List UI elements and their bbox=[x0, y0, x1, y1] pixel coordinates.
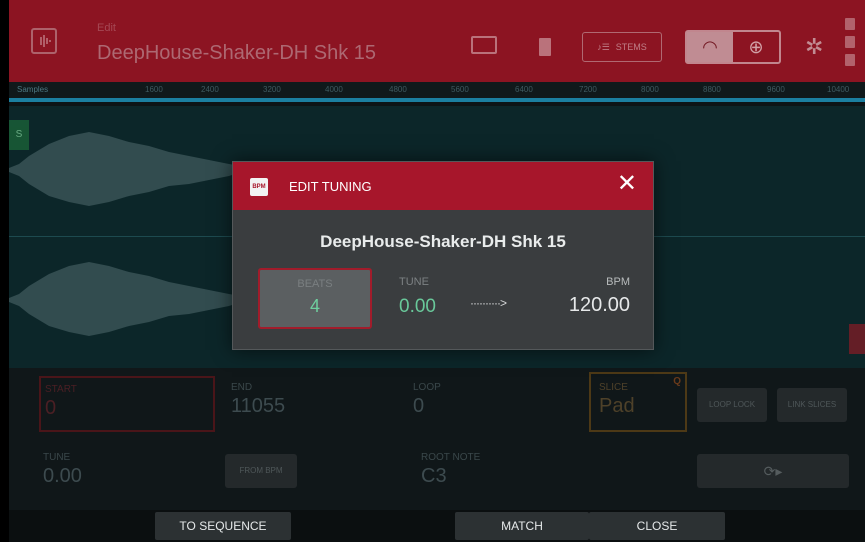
ruler-tick: 1600 bbox=[145, 85, 163, 94]
ruler-tick: 3200 bbox=[263, 85, 281, 94]
dialog-tune-value: 0.00 bbox=[399, 296, 436, 317]
ruler-tick: 5600 bbox=[451, 85, 469, 94]
arrow-icon: ··········> bbox=[470, 296, 507, 310]
from-bpm-button[interactable]: FROM BPM bbox=[225, 454, 297, 488]
dialog-title: EDIT TUNING bbox=[289, 179, 372, 194]
edit-tuning-dialog: BPM EDIT TUNING ✕ DeepHouse-Shaker-DH Sh… bbox=[232, 161, 654, 350]
loop-label: LOOP bbox=[413, 382, 441, 393]
end-marker[interactable] bbox=[849, 324, 865, 354]
match-button[interactable]: MATCH bbox=[455, 512, 589, 540]
start-label: START bbox=[45, 384, 77, 395]
waveform-icon[interactable] bbox=[31, 28, 57, 54]
beats-value: 4 bbox=[309, 296, 320, 316]
beats-label: BEATS bbox=[297, 278, 333, 290]
dialog-bpm-label: BPM bbox=[606, 276, 630, 288]
loop-mode-button[interactable]: ⟳▸ bbox=[697, 454, 849, 488]
loop-value: 0 bbox=[413, 395, 425, 417]
root-note-label: ROOT NOTE bbox=[421, 452, 481, 463]
dialog-sample-name: DeepHouse-Shaker-DH Shk 15 bbox=[320, 232, 566, 251]
view-toggle[interactable]: ◠ ⊕ bbox=[685, 30, 781, 64]
start-marker[interactable]: S bbox=[9, 120, 29, 150]
dialog-bpm-field: BPM 120.00 bbox=[555, 276, 630, 317]
start-field[interactable]: START 0 bbox=[39, 376, 215, 432]
dialog-tune-label: TUNE bbox=[399, 276, 429, 288]
ruler-tick: 7200 bbox=[579, 85, 597, 94]
mode-label: Edit bbox=[97, 22, 116, 34]
close-button[interactable]: CLOSE bbox=[589, 512, 725, 540]
ruler-tick: 10400 bbox=[827, 85, 850, 94]
ruler-tick: 2400 bbox=[201, 85, 219, 94]
bottom-bar: TO SEQUENCE MATCH CLOSE bbox=[9, 510, 865, 542]
end-value: 11055 bbox=[231, 395, 286, 417]
trash-icon[interactable] bbox=[539, 38, 551, 56]
dialog-header: BPM EDIT TUNING ✕ bbox=[233, 162, 653, 210]
dialog-tune-field: TUNE 0.00 bbox=[399, 276, 436, 318]
quantize-badge: Q bbox=[673, 376, 681, 387]
gear-icon[interactable]: ✲ bbox=[805, 34, 823, 60]
ruler-tick: 4800 bbox=[389, 85, 407, 94]
slice-value: Pad bbox=[599, 395, 635, 417]
stems-label: STEMS bbox=[615, 42, 647, 52]
slice-field[interactable]: Q SLICE Pad bbox=[589, 372, 687, 432]
loop-lock-button[interactable]: LOOP LOCK bbox=[697, 388, 767, 422]
header-bar: Edit DeepHouse-Shaker-DH Shk 15 ♪☰ STEMS… bbox=[9, 0, 865, 82]
end-label: END bbox=[231, 382, 253, 393]
battery-icon bbox=[845, 18, 855, 66]
sample-ruler: Samples 1600 2400 3200 4000 4800 5600 64… bbox=[9, 82, 865, 102]
beats-field[interactable]: BEATS 4 bbox=[258, 268, 372, 329]
tune-field[interactable]: TUNE 0.00 bbox=[43, 452, 82, 488]
ruler-tick: 8800 bbox=[703, 85, 721, 94]
ruler-tick: 8000 bbox=[641, 85, 659, 94]
stems-button[interactable]: ♪☰ STEMS bbox=[582, 32, 662, 62]
music-note-icon: ♪☰ bbox=[597, 41, 610, 52]
tune-label: TUNE bbox=[43, 452, 71, 463]
keyboard-icon[interactable] bbox=[471, 36, 497, 54]
tune-value: 0.00 bbox=[43, 465, 82, 487]
root-note-field[interactable]: ROOT NOTE C3 bbox=[421, 452, 480, 488]
ruler-tick: 4000 bbox=[325, 85, 343, 94]
root-note-value: C3 bbox=[421, 465, 447, 487]
bpm-icon: BPM bbox=[250, 178, 268, 196]
dialog-bpm-value: 120.00 bbox=[568, 294, 630, 316]
end-field[interactable]: END 11055 bbox=[231, 382, 285, 418]
ruler-tick: 9600 bbox=[767, 85, 785, 94]
to-sequence-button[interactable]: TO SEQUENCE bbox=[155, 512, 291, 540]
loop-field[interactable]: LOOP 0 bbox=[413, 382, 441, 418]
loop-icon: ⟳▸ bbox=[763, 462, 783, 479]
ruler-tick: 6400 bbox=[515, 85, 533, 94]
slice-label: SLICE bbox=[599, 382, 628, 393]
start-value: 0 bbox=[45, 397, 57, 419]
parameter-panel: START 0 END 11055 LOOP 0 Q SLICE Pad LOO… bbox=[9, 368, 865, 510]
sample-title[interactable]: DeepHouse-Shaker-DH Shk 15 bbox=[97, 42, 376, 65]
zoom-icon[interactable]: ⊕ bbox=[733, 32, 779, 62]
link-slices-button[interactable]: LINK SLICES bbox=[777, 388, 847, 422]
headphones-icon[interactable]: ◠ bbox=[687, 32, 733, 62]
ruler-label: Samples bbox=[17, 85, 49, 94]
close-icon[interactable]: ✕ bbox=[617, 172, 637, 196]
